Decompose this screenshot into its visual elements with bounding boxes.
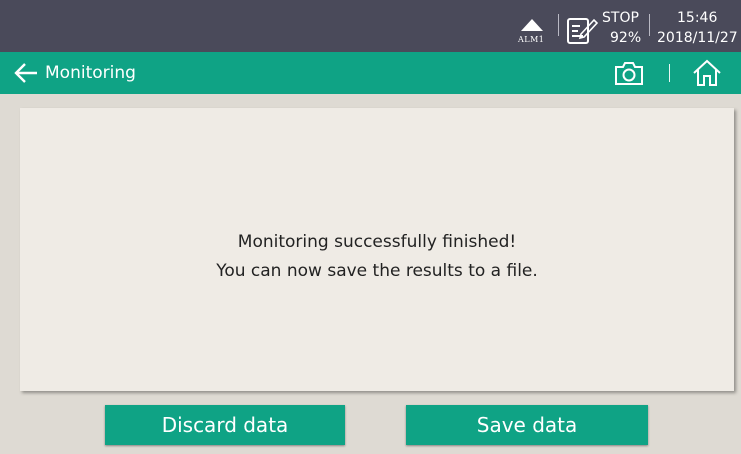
home-icon[interactable] <box>691 57 723 89</box>
discard-data-button[interactable]: Discard data <box>105 405 345 445</box>
alarm-up-arrow-icon <box>521 19 543 31</box>
alarm-label: ALM1 <box>518 35 545 44</box>
camera-icon[interactable] <box>613 58 645 88</box>
completion-message: Monitoring successfully finished! You ca… <box>20 228 734 286</box>
message-line-2: You can now save the results to a file. <box>216 261 538 281</box>
notepad-pen-icon <box>567 18 599 44</box>
status-bar: ALM1 STOP 92% 15:46 2018/11/27 <box>0 0 741 52</box>
message-panel: Monitoring successfully finished! You ca… <box>20 108 734 391</box>
arrow-left-icon[interactable] <box>13 60 39 86</box>
clock-time: 15:46 <box>677 10 718 26</box>
message-line-1: Monitoring successfully finished! <box>237 232 517 252</box>
title-bar: Monitoring <box>0 52 741 94</box>
status-divider <box>649 14 650 36</box>
alarm-indicator: ALM1 <box>517 15 547 47</box>
nav-divider <box>669 64 670 82</box>
clock-date: 2018/11/27 <box>657 30 738 46</box>
status-divider <box>558 14 559 36</box>
page-title: Monitoring <box>45 63 136 83</box>
run-status-text: STOP <box>602 10 639 26</box>
battery-level-text: 92% <box>610 30 642 46</box>
save-data-button[interactable]: Save data <box>406 405 648 445</box>
